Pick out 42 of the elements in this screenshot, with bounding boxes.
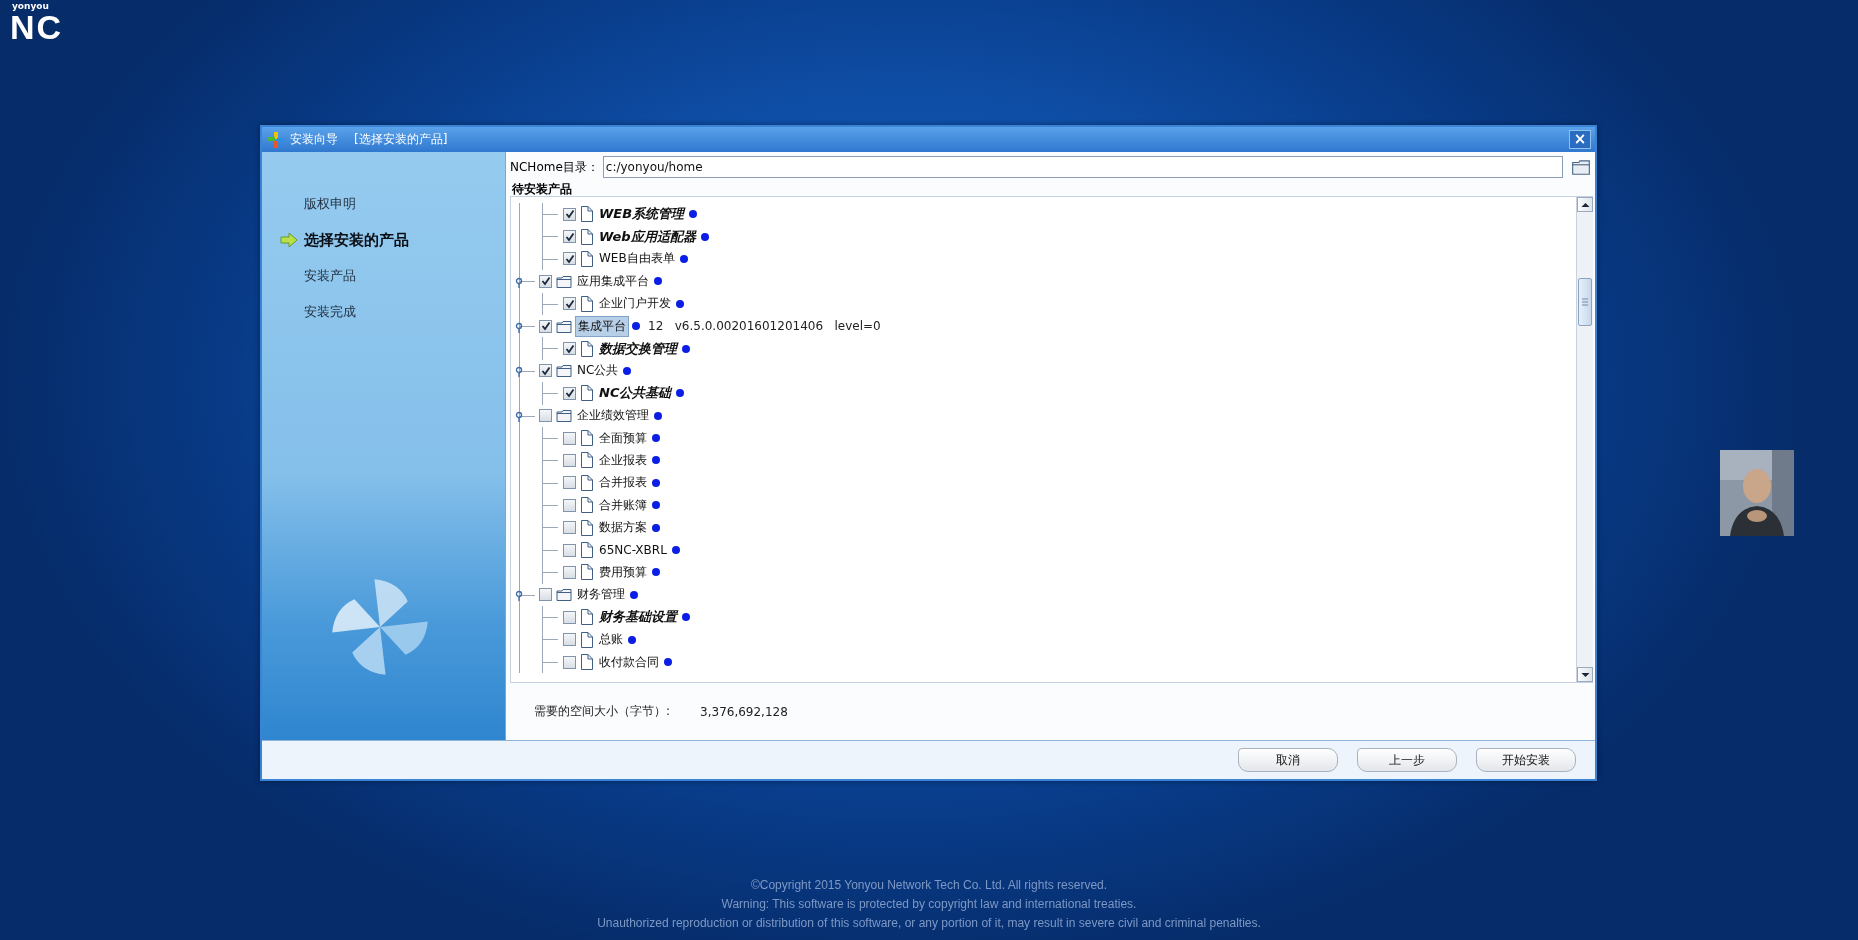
copyright-notice: Unauthorized reproduction or distribution of this software, or any portion of it, may result in severe civil and criminal penalties. [597, 916, 1261, 930]
close-button[interactable]: × [1569, 130, 1591, 149]
tree-item-label[interactable]: Web应用适配器 [597, 226, 698, 247]
version-info: 12 v6.5.0.00201601201406 level=0 [648, 319, 881, 334]
tree-item-label[interactable]: 收付款合同 [597, 652, 661, 672]
product-logo: NC [10, 10, 64, 44]
group-title: 待安装产品 [512, 182, 573, 196]
tree-item-label[interactable]: 全面预算 [597, 428, 649, 448]
dialog-button[interactable]: 上一步 [1357, 748, 1457, 772]
step-label: 安装产品 [304, 267, 356, 285]
copyright-notice: ©Copyright 2015 Yonyou Network Tech Co. Ltd. All rights reserved. [750, 878, 1108, 892]
tree-item-label[interactable]: 数据交换管理 [597, 338, 679, 359]
tree-item-label[interactable]: 企业绩效管理 [575, 406, 651, 426]
tree-item-label[interactable]: 65NC-XBRL [597, 542, 669, 559]
dialog-button[interactable]: 取消 [1238, 748, 1338, 772]
tree-item-label[interactable]: WEB系统管理 [597, 204, 687, 225]
step-label: 安装完成 [304, 303, 356, 321]
space-value: 3,376,692,128 [700, 704, 788, 719]
tree-item-label[interactable]: 企业门户开发 [597, 294, 673, 314]
window-title: 安装向导 [290, 131, 338, 148]
tree-item-label[interactable]: WEB自由表单 [597, 249, 677, 269]
tree-item-label[interactable]: 财务管理 [575, 585, 627, 605]
window-subtitle: [选择安装的产品] [354, 131, 448, 148]
copyright-notice: Warning: This software is protected by copyright law and international treaties. [721, 897, 1137, 911]
step-label: 选择安装的产品 [304, 230, 409, 250]
tree-item-label[interactable]: 财务基础设置 [597, 607, 679, 628]
brand-text: yonyou [12, 2, 50, 11]
tree-item-label[interactable]: 集成平台 [575, 315, 629, 337]
tree-item-label[interactable]: 合并账簿 [597, 495, 649, 515]
field-label: NCHome目录： [510, 158, 599, 176]
tree-item-label[interactable]: NC公共 [575, 361, 621, 381]
dialog-button[interactable]: 开始安装 [1476, 748, 1576, 772]
space-label: 需要的空间大小（字节）: [534, 703, 671, 720]
tree-item-label[interactable]: 总账 [597, 630, 625, 650]
tree-item-label[interactable]: 应用集成平台 [575, 271, 651, 291]
step-label: 版权申明 [304, 195, 356, 213]
tree-item-label[interactable]: NC公共基础 [597, 383, 674, 404]
tree-item-label[interactable]: 合并报表 [597, 473, 649, 493]
tree-item-label[interactable]: 企业报表 [597, 451, 649, 470]
tree-item-label[interactable]: 数据方案 [597, 518, 649, 538]
tree-item-label[interactable]: 费用预算 [597, 562, 649, 582]
path-input-field[interactable]: c:/yonyou/home [602, 156, 1563, 178]
